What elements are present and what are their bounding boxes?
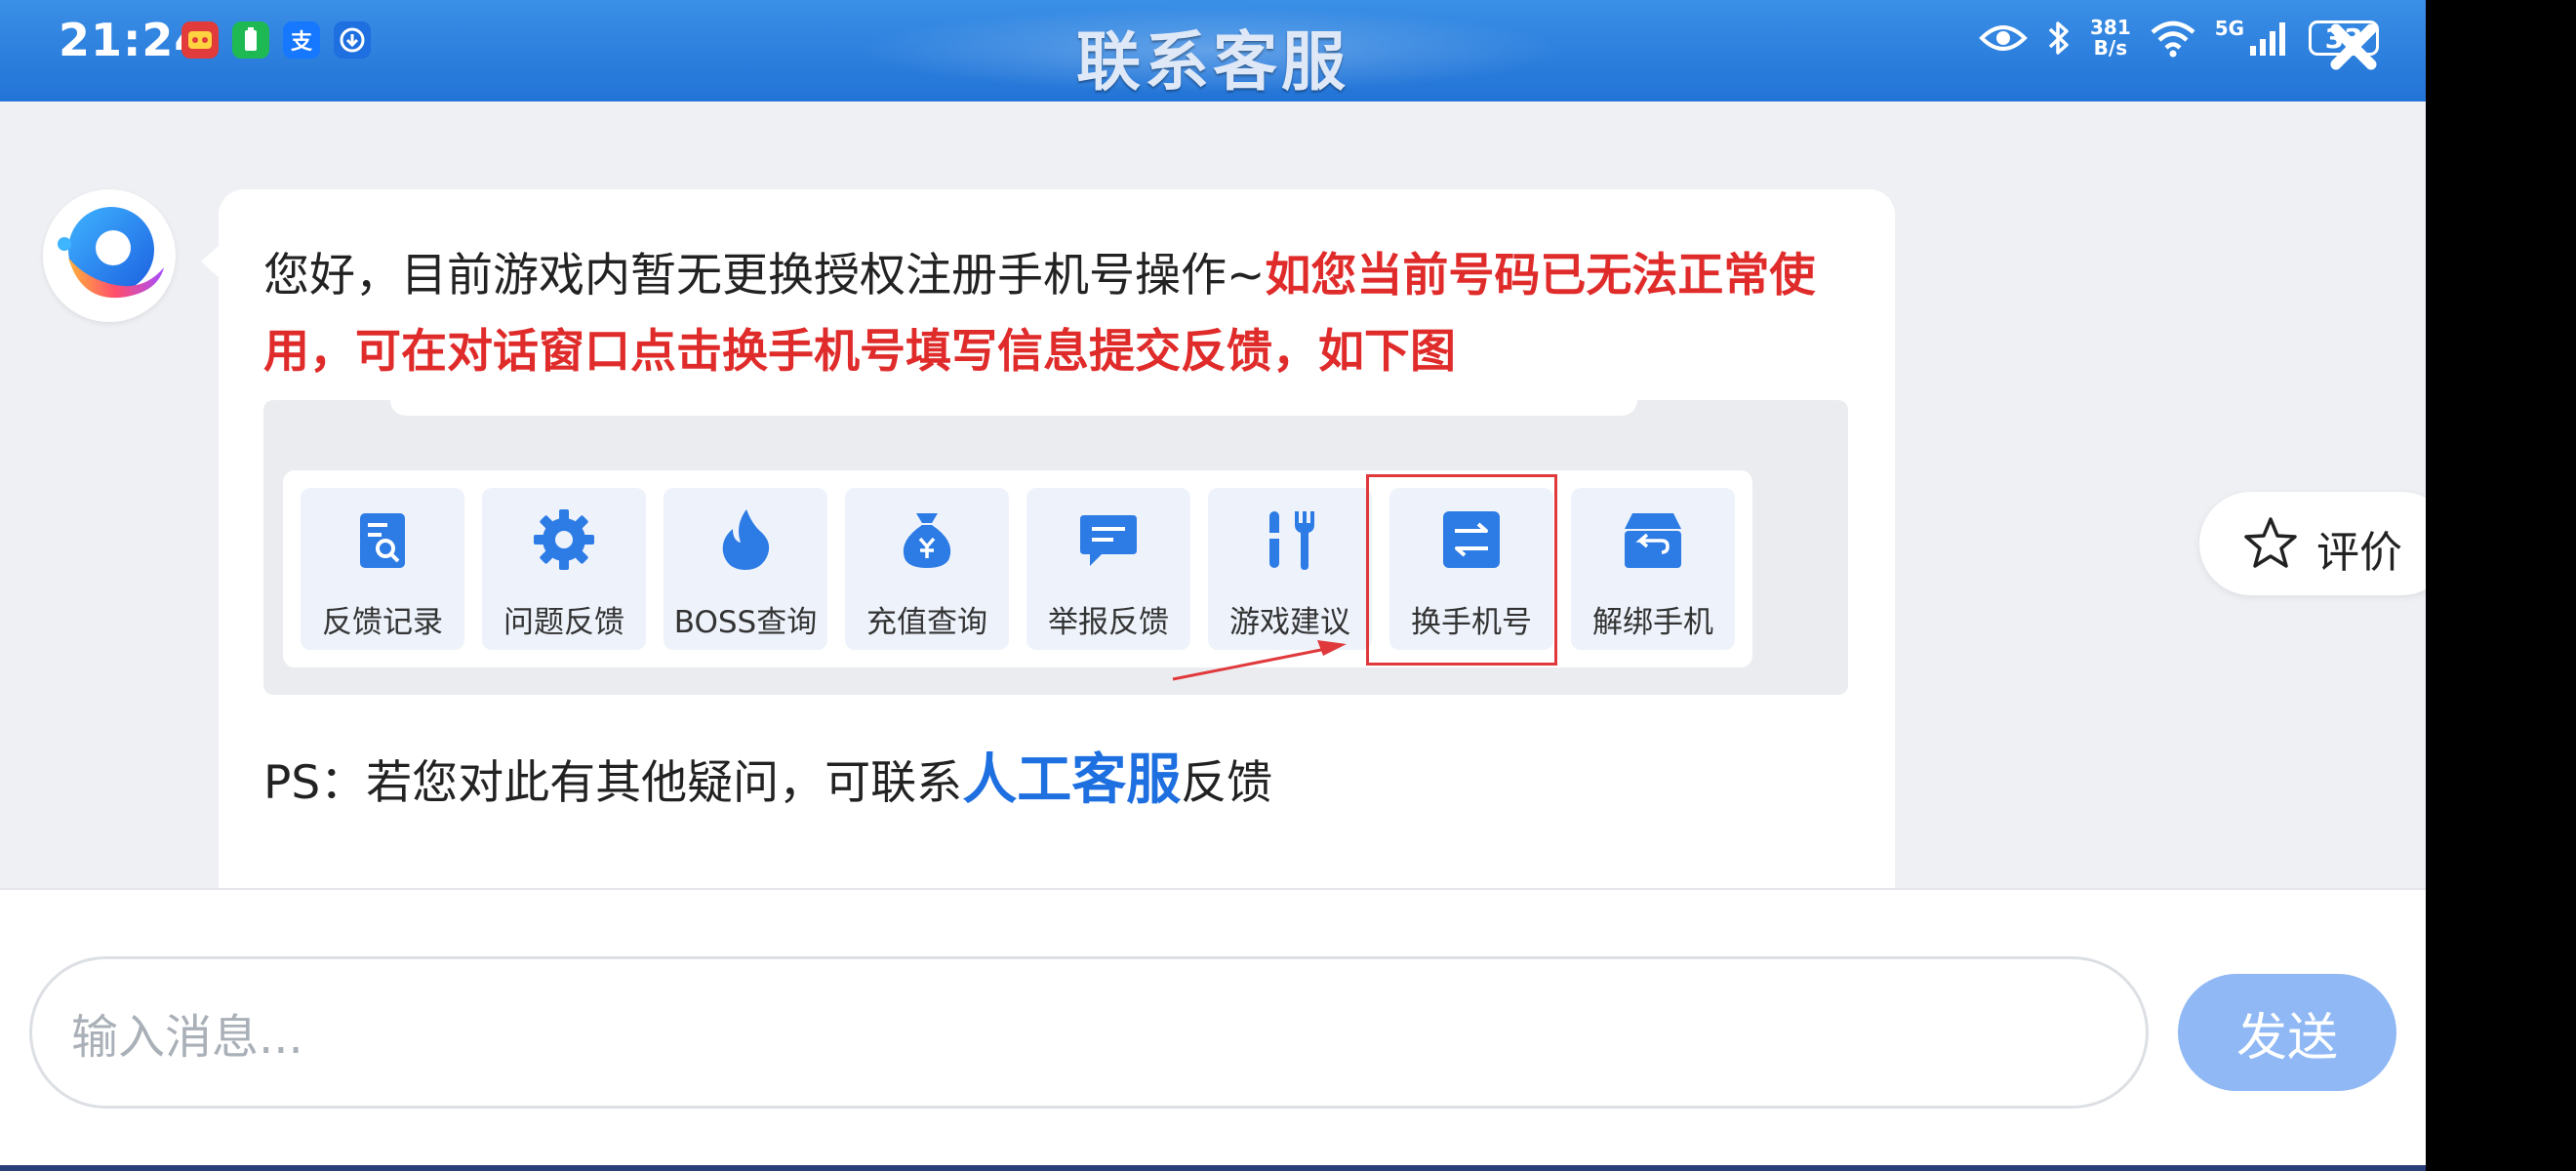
service-avatar [43, 189, 176, 322]
bottom-edge [0, 1165, 2426, 1171]
chat-area[interactable]: 您好，目前游戏内暂无更换授权注册手机号操作~如您当前号码已无法正常使用，可在对话… [0, 101, 2426, 968]
star-icon [2244, 517, 2297, 568]
message-text-plain: 您好，目前游戏内暂无更换授权注册手机号操作~ [263, 249, 1266, 303]
ps-suffix: 反馈 [1181, 756, 1273, 810]
message-text: 您好，目前游戏内暂无更换授权注册手机号操作~如您当前号码已无法正常使用，可在对话… [263, 238, 1864, 390]
rate-button[interactable]: 评价 [2199, 492, 2426, 595]
human-service-link[interactable]: 人工客服 [962, 748, 1181, 812]
pointer-arrow [1172, 640, 1347, 681]
wifi-icon [2151, 20, 2195, 58]
send-button[interactable]: 发送 [2178, 974, 2396, 1091]
service-logo-icon [58, 207, 164, 299]
rate-label: 评价 [2316, 528, 2402, 578]
cell-signal-icon [2250, 22, 2286, 56]
bluetooth-icon [2048, 21, 2069, 55]
network-speed: 381 B/s [2090, 16, 2131, 60]
close-icon[interactable] [2322, 16, 2385, 78]
customer-service-app: 21:24 支 联系客服 381 B/s 5G 您好，目前游戏内暂无更换授权注册… [0, 0, 2426, 1171]
header-bar: 21:24 支 联系客服 381 B/s 5G [0, 0, 2426, 101]
network-type-label: 5G [2214, 17, 2245, 40]
status-indicators: 381 B/s 5G 33 [1979, 16, 2380, 60]
message-input[interactable]: 输入消息... [29, 956, 2149, 1109]
message-bubble: 您好，目前游戏内暂无更换授权注册手机号操作~如您当前号码已无法正常使用，可在对话… [201, 189, 1895, 911]
input-bar: 输入消息... 发送 [0, 888, 2426, 1171]
bubble-tail [201, 244, 221, 279]
eye-icon [1979, 25, 2028, 51]
example-screenshot: 反馈记录 问题反馈 BOSS查询 充值查询 举报反馈 游戏建议 换手机号 解绑手… [263, 400, 1848, 695]
ps-prefix: PS：若您对此有其他疑问，可联系 [263, 756, 963, 810]
ps-note: PS：若您对此有其他疑问，可联系人工客服反馈 [263, 736, 1272, 815]
